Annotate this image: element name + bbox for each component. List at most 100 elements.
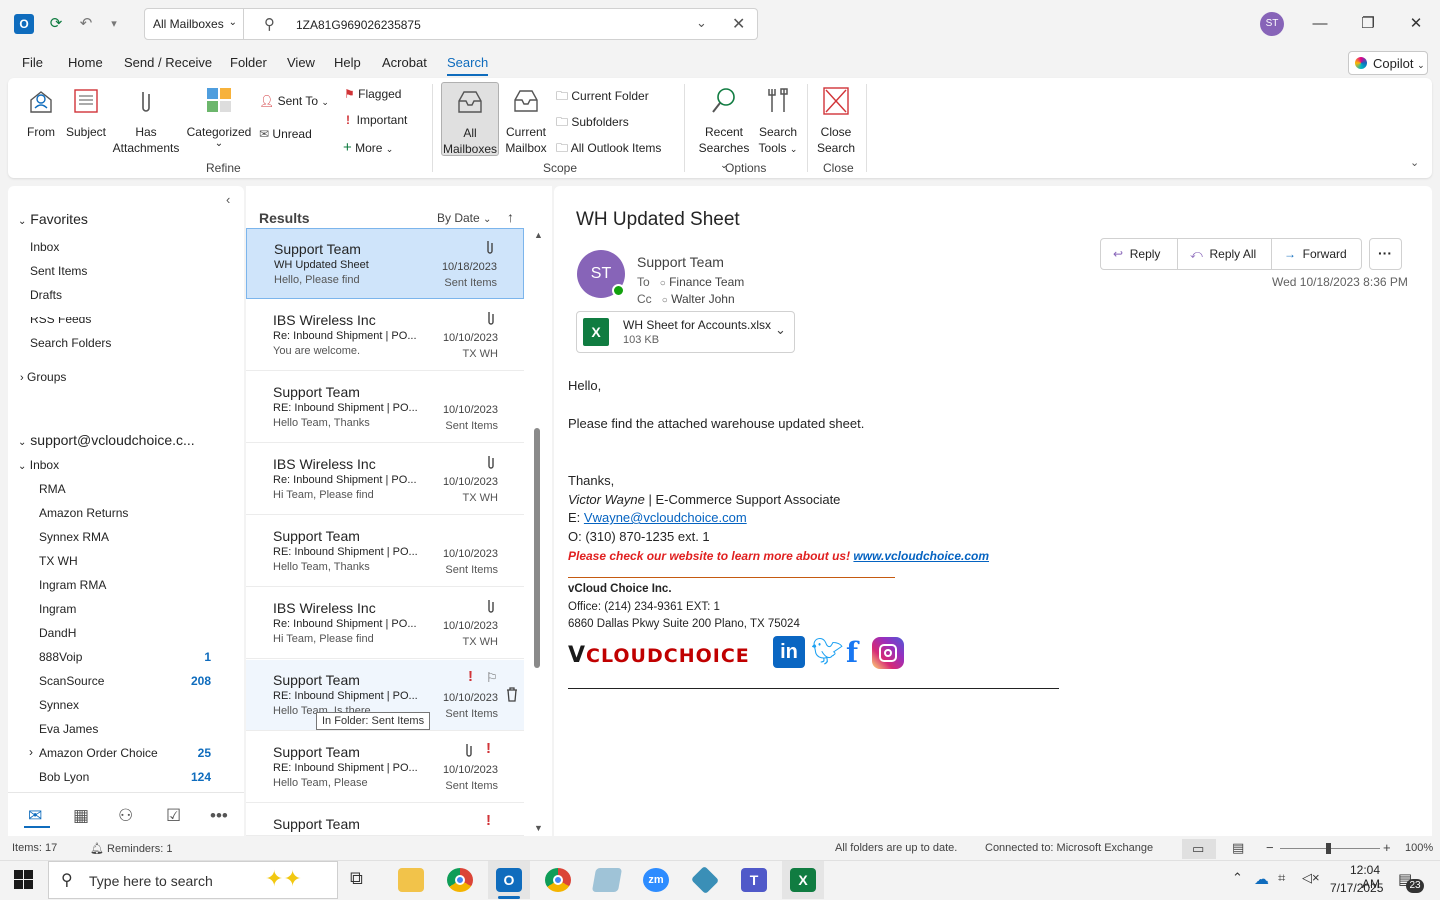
all-outlook-items-button[interactable]: 🗀 All Outlook Items bbox=[556, 139, 661, 160]
twitter-icon[interactable]: 🐦︎ bbox=[811, 636, 844, 667]
from-button[interactable]: From bbox=[22, 86, 60, 140]
restore-icon[interactable]: ❐ bbox=[1356, 12, 1380, 36]
message-item[interactable]: IBS Wireless Inc Re: Inbound Shipment | P… bbox=[246, 300, 524, 371]
nav-folder-item[interactable]: 888Voip 1 bbox=[39, 650, 219, 664]
website-link[interactable]: www.vcloudchoice.com bbox=[853, 549, 989, 563]
scroll-up-icon[interactable]: ▲ bbox=[534, 230, 543, 240]
favorites-header[interactable]: ⌄ Favorites bbox=[18, 211, 88, 227]
tab-send-receive[interactable]: Send / Receive bbox=[124, 55, 212, 70]
task-view-icon[interactable]: ⧉ bbox=[350, 868, 363, 889]
scroll-thumb[interactable] bbox=[534, 428, 540, 668]
app-icon[interactable] bbox=[591, 868, 623, 892]
clock-date[interactable]: 7/17/2025 bbox=[1330, 881, 1383, 895]
nav-folder-item[interactable]: › Amazon Order Choice 25 bbox=[29, 745, 219, 760]
tab-acrobat[interactable]: Acrobat bbox=[382, 55, 427, 70]
nav-folder-item[interactable]: Eva James bbox=[39, 722, 219, 736]
teams-icon[interactable]: T bbox=[741, 868, 767, 892]
to-recipient[interactable]: Finance Team bbox=[669, 275, 744, 289]
message-item[interactable]: IBS Wireless Inc Re: Inbound Shipment | P… bbox=[246, 588, 524, 659]
show-hidden-icons[interactable]: ⌃ bbox=[1232, 870, 1243, 886]
sync-icon[interactable]: ⟳ bbox=[46, 14, 66, 34]
subject-button[interactable]: Subject bbox=[64, 86, 108, 140]
message-item[interactable]: Support Team WH Updated Sheet Hello, Pleas… bbox=[246, 228, 524, 299]
tab-view[interactable]: View bbox=[287, 55, 315, 70]
facebook-icon[interactable]: f bbox=[846, 636, 858, 669]
reminders[interactable]: 🔔︎ Reminders: 1 bbox=[90, 842, 172, 855]
onedrive-icon[interactable]: ☁ bbox=[1254, 870, 1269, 888]
search-options-chevron-icon[interactable]: ⌄ bbox=[696, 15, 707, 31]
more-button[interactable]: + More ⌄ bbox=[343, 139, 393, 156]
search-input[interactable]: ⚲ 1ZA81G969026235875 ⌄ ✕ bbox=[244, 8, 758, 40]
zoom-in-icon[interactable]: + bbox=[1383, 840, 1391, 855]
cc-recipient[interactable]: Walter John bbox=[671, 292, 735, 306]
zoom-out-icon[interactable]: − bbox=[1266, 840, 1274, 855]
tab-search[interactable]: Search bbox=[447, 55, 488, 70]
message-item[interactable]: Support Team RE: Inbound Shipment | PO...… bbox=[246, 732, 524, 803]
important-button[interactable]: ! Important bbox=[346, 113, 407, 127]
instagram-icon[interactable] bbox=[872, 637, 904, 669]
minimize-icon[interactable]: — bbox=[1308, 12, 1332, 36]
chevron-right-icon[interactable]: › bbox=[29, 745, 33, 759]
search-query[interactable]: 1ZA81G969026235875 bbox=[296, 18, 421, 32]
zoom-slider-thumb[interactable] bbox=[1326, 843, 1331, 854]
flagged-button[interactable]: ⚑ Flagged bbox=[344, 87, 401, 101]
nav-folder-item[interactable]: Synnex RMA bbox=[39, 530, 219, 544]
delete-icon[interactable] bbox=[505, 686, 519, 705]
copilot-button[interactable]: Copilot ⌄ bbox=[1348, 51, 1428, 75]
nav-favorite-sent-items[interactable]: Sent Items bbox=[30, 264, 87, 278]
tab-help[interactable]: Help bbox=[334, 55, 361, 70]
current-folder-button[interactable]: 🗀 Current Folder bbox=[556, 87, 649, 108]
nav-folder-item[interactable]: Bob Lyon 124 bbox=[39, 770, 219, 784]
reply-all-button[interactable]: ⤺ Reply All bbox=[1177, 238, 1272, 270]
search-tools-button[interactable]: Search Tools ⌄ bbox=[756, 86, 800, 157]
message-item[interactable]: Support Team RE: Inbound Shipment | PO...… bbox=[246, 372, 524, 443]
nav-folder-item[interactable]: DandH bbox=[39, 626, 219, 640]
file-explorer-icon[interactable] bbox=[398, 868, 424, 892]
clear-search-icon[interactable]: ✕ bbox=[732, 14, 745, 34]
attachment-card[interactable]: X WH Sheet for Accounts.xlsx 103 KB ⌄ bbox=[576, 311, 795, 353]
nav-folder-item[interactable]: TX WH bbox=[39, 554, 219, 568]
ribbon-expand-chevron-icon[interactable]: ⌄ bbox=[1410, 156, 1419, 169]
scroll-down-icon[interactable]: ▼ bbox=[534, 823, 543, 833]
customize-qat-icon[interactable]: ▾ bbox=[104, 14, 124, 34]
nav-search-folders[interactable]: Search Folders bbox=[30, 336, 111, 350]
close-search-button[interactable]: Close Search bbox=[814, 86, 858, 156]
more-actions-button[interactable]: ··· bbox=[1369, 238, 1402, 270]
collapse-pane-icon[interactable]: ‹ bbox=[226, 192, 230, 207]
linkedin-icon[interactable]: in bbox=[773, 636, 805, 668]
outlook-taskbar-icon[interactable]: O bbox=[496, 868, 522, 892]
excel-taskbar-icon[interactable]: X bbox=[790, 868, 816, 892]
network-icon[interactable]: ⌗ bbox=[1278, 870, 1285, 886]
volume-icon[interactable]: ◁× bbox=[1302, 870, 1320, 886]
sent-to-button[interactable]: 👤︎ Sent To ⌄ bbox=[259, 94, 329, 108]
tasks-icon[interactable]: ☑ bbox=[166, 806, 181, 826]
nav-folder-item[interactable]: Ingram RMA bbox=[39, 578, 219, 592]
nav-folder-item[interactable]: Synnex bbox=[39, 698, 219, 712]
account-avatar[interactable]: ST bbox=[1260, 12, 1284, 36]
sort-direction-icon[interactable]: ↑ bbox=[507, 209, 514, 225]
nav-folder-item[interactable]: Amazon Returns bbox=[39, 506, 219, 520]
more-apps-icon[interactable]: ••• bbox=[210, 806, 228, 826]
undo-icon[interactable]: ↶ bbox=[76, 14, 96, 34]
forward-button[interactable]: → Forward bbox=[1271, 238, 1362, 270]
search-scope-dropdown[interactable]: All Mailboxes ⌄ bbox=[144, 8, 244, 40]
nav-favorite-inbox[interactable]: Inbox bbox=[30, 240, 59, 254]
nav-favorite-drafts[interactable]: Drafts bbox=[30, 288, 62, 302]
normal-view-button[interactable]: ▭ bbox=[1182, 839, 1216, 859]
current-mailbox-button[interactable]: Current Mailbox bbox=[502, 86, 550, 156]
mail-icon[interactable]: ✉ bbox=[28, 806, 42, 826]
chrome-icon[interactable] bbox=[447, 868, 473, 892]
chevron-down-icon[interactable]: ⌄ bbox=[775, 322, 786, 338]
all-mailboxes-button[interactable]: All Mailboxes bbox=[441, 82, 499, 156]
email-link[interactable]: Vwayne@vcloudchoice.com bbox=[584, 510, 747, 525]
message-item[interactable]: Support Team RE: Inbound Shipment | PO...… bbox=[246, 516, 524, 587]
sender-name[interactable]: Support Team bbox=[637, 254, 724, 270]
tab-folder[interactable]: Folder bbox=[230, 55, 267, 70]
nav-inbox[interactable]: ⌄ Inbox bbox=[18, 458, 59, 472]
nav-folder-item[interactable]: RMA bbox=[39, 482, 219, 496]
taskbar-search-input[interactable]: ⚲ Type here to search ✦✦ bbox=[48, 861, 338, 899]
zoom-app-icon[interactable]: zm bbox=[643, 868, 669, 892]
chrome-profile-icon[interactable] bbox=[545, 868, 571, 892]
flag-outline-icon[interactable]: ⚐ bbox=[486, 670, 498, 686]
categorized-button[interactable]: Categorized ⌄ bbox=[184, 86, 254, 149]
